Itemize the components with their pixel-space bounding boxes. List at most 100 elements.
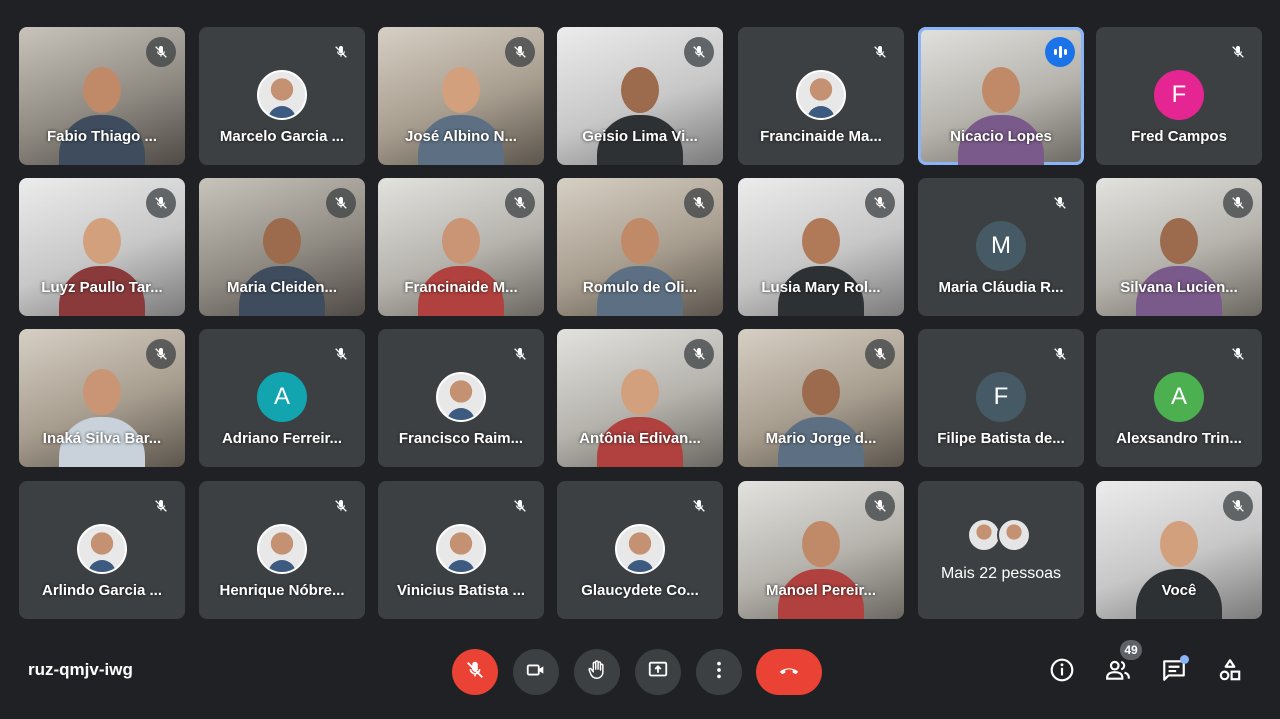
muted-mic-icon — [146, 491, 176, 521]
activities-icon — [1217, 657, 1243, 688]
muted-mic-icon — [684, 188, 714, 218]
call-end-icon — [778, 659, 800, 686]
videocam-icon — [525, 659, 547, 686]
avatar — [436, 524, 486, 574]
avatar — [77, 524, 127, 574]
avatar — [436, 372, 486, 422]
participant-tile[interactable]: Marcelo Garcia ... — [199, 27, 365, 165]
meeting-details-button[interactable] — [1046, 656, 1078, 688]
participant-video — [597, 67, 683, 165]
participant-tile[interactable]: Maria Cleiden... — [199, 178, 365, 316]
participant-video — [958, 67, 1044, 165]
muted-mic-icon — [1223, 339, 1253, 369]
participant-name: Maria Cláudia R... — [938, 279, 1064, 296]
participant-tile[interactable]: Francinaide M... — [378, 178, 544, 316]
participant-video — [597, 369, 683, 467]
participant-video — [239, 218, 325, 316]
participant-name: Luyz Paullo Tar... — [41, 279, 163, 296]
muted-mic-icon — [1045, 188, 1075, 218]
hand-icon — [586, 659, 608, 686]
participant-tile[interactable]: Arlindo Garcia ... — [19, 481, 185, 619]
people-icon — [1105, 657, 1131, 688]
muted-mic-icon — [505, 339, 535, 369]
raise-hand-button[interactable] — [574, 649, 620, 695]
muted-mic-icon — [684, 37, 714, 67]
participant-video — [778, 218, 864, 316]
participant-name: Mario Jorge d... — [765, 430, 877, 447]
participant-tile[interactable]: F Filipe Batista de... — [918, 329, 1084, 467]
avatar — [615, 524, 665, 574]
participant-tile[interactable]: A Alexsandro Trin... — [1096, 329, 1262, 467]
more-avatars — [967, 518, 1031, 552]
avatar: M — [976, 221, 1026, 271]
mic-toggle-button[interactable] — [452, 649, 498, 695]
more-participants-tile[interactable]: Mais 22 pessoas — [918, 481, 1084, 619]
participant-tile[interactable]: Nicacio Lopes — [918, 27, 1084, 165]
participant-video — [59, 218, 145, 316]
participant-tile[interactable]: Francisco Raim... — [378, 329, 544, 467]
avatar — [257, 524, 307, 574]
participant-name: Marcelo Garcia ... — [219, 128, 345, 145]
muted-mic-icon — [1045, 339, 1075, 369]
present-screen-icon — [647, 659, 669, 686]
muted-mic-icon — [865, 339, 895, 369]
participant-tile[interactable]: Mario Jorge d... — [738, 329, 904, 467]
participant-tile[interactable]: Luyz Paullo Tar... — [19, 178, 185, 316]
leave-call-button[interactable] — [756, 649, 822, 695]
present-screen-button[interactable] — [635, 649, 681, 695]
muted-mic-icon — [684, 339, 714, 369]
participant-name: Você — [1161, 582, 1197, 599]
participant-tile[interactable]: Silvana Lucien... — [1096, 178, 1262, 316]
participant-video — [418, 67, 504, 165]
muted-mic-icon — [146, 339, 176, 369]
avatar — [997, 518, 1031, 552]
participant-tile[interactable]: Você — [1096, 481, 1262, 619]
participant-tile[interactable]: A Adriano Ferreir... — [199, 329, 365, 467]
participant-tile[interactable]: Glaucydete Co... — [557, 481, 723, 619]
camera-toggle-button[interactable] — [513, 649, 559, 695]
participant-video — [778, 369, 864, 467]
participant-name: Francinaide Ma... — [760, 128, 882, 145]
participant-video — [418, 218, 504, 316]
participant-name: Arlindo Garcia ... — [41, 582, 163, 599]
participant-name: Antônia Edivan... — [579, 430, 701, 447]
participant-video — [1136, 218, 1222, 316]
muted-mic-icon — [326, 188, 356, 218]
participant-tile[interactable]: Fabio Thiago ... — [19, 27, 185, 165]
participant-tile[interactable]: Lusia Mary Rol... — [738, 178, 904, 316]
activities-button[interactable] — [1214, 656, 1246, 688]
participant-tile[interactable]: Antônia Edivan... — [557, 329, 723, 467]
participant-name: Silvana Lucien... — [1120, 279, 1238, 296]
participant-name: Lusia Mary Rol... — [761, 279, 881, 296]
participant-video — [778, 521, 864, 619]
participant-tile[interactable]: Inaká Silva Bar... — [19, 329, 185, 467]
participant-tile[interactable]: Romulo de Oli... — [557, 178, 723, 316]
participant-tile[interactable]: Manoel Pereir... — [738, 481, 904, 619]
participant-tile[interactable]: M Maria Cláudia R... — [918, 178, 1084, 316]
participant-tile[interactable]: F Fred Campos — [1096, 27, 1262, 165]
avatar: A — [1154, 372, 1204, 422]
participant-name: Adriano Ferreir... — [221, 430, 343, 447]
speaking-indicator-icon — [1045, 37, 1075, 67]
participant-name: Henrique Nóbre... — [219, 582, 345, 599]
participants-count-badge: 49 — [1120, 640, 1142, 660]
muted-mic-icon — [865, 491, 895, 521]
participant-tile[interactable]: José Albino N... — [378, 27, 544, 165]
muted-mic-icon — [146, 37, 176, 67]
participant-name: Glaucydete Co... — [581, 582, 699, 599]
muted-mic-icon — [865, 188, 895, 218]
show-everyone-button[interactable] — [1102, 656, 1134, 688]
more-participants-label: Mais 22 pessoas — [940, 565, 1062, 582]
avatar — [796, 70, 846, 120]
participant-name: Maria Cleiden... — [226, 279, 338, 296]
participant-tile[interactable]: Geisio Lima Vi... — [557, 27, 723, 165]
participant-name: Fabio Thiago ... — [47, 128, 157, 145]
avatar — [257, 70, 307, 120]
participant-tile[interactable]: Francinaide Ma... — [738, 27, 904, 165]
participant-name: Vinicius Batista ... — [396, 582, 526, 599]
participant-tile[interactable]: Henrique Nóbre... — [199, 481, 365, 619]
muted-mic-icon — [865, 37, 895, 67]
participant-tile[interactable]: Vinicius Batista ... — [378, 481, 544, 619]
more-options-button[interactable] — [696, 649, 742, 695]
participant-video — [59, 67, 145, 165]
